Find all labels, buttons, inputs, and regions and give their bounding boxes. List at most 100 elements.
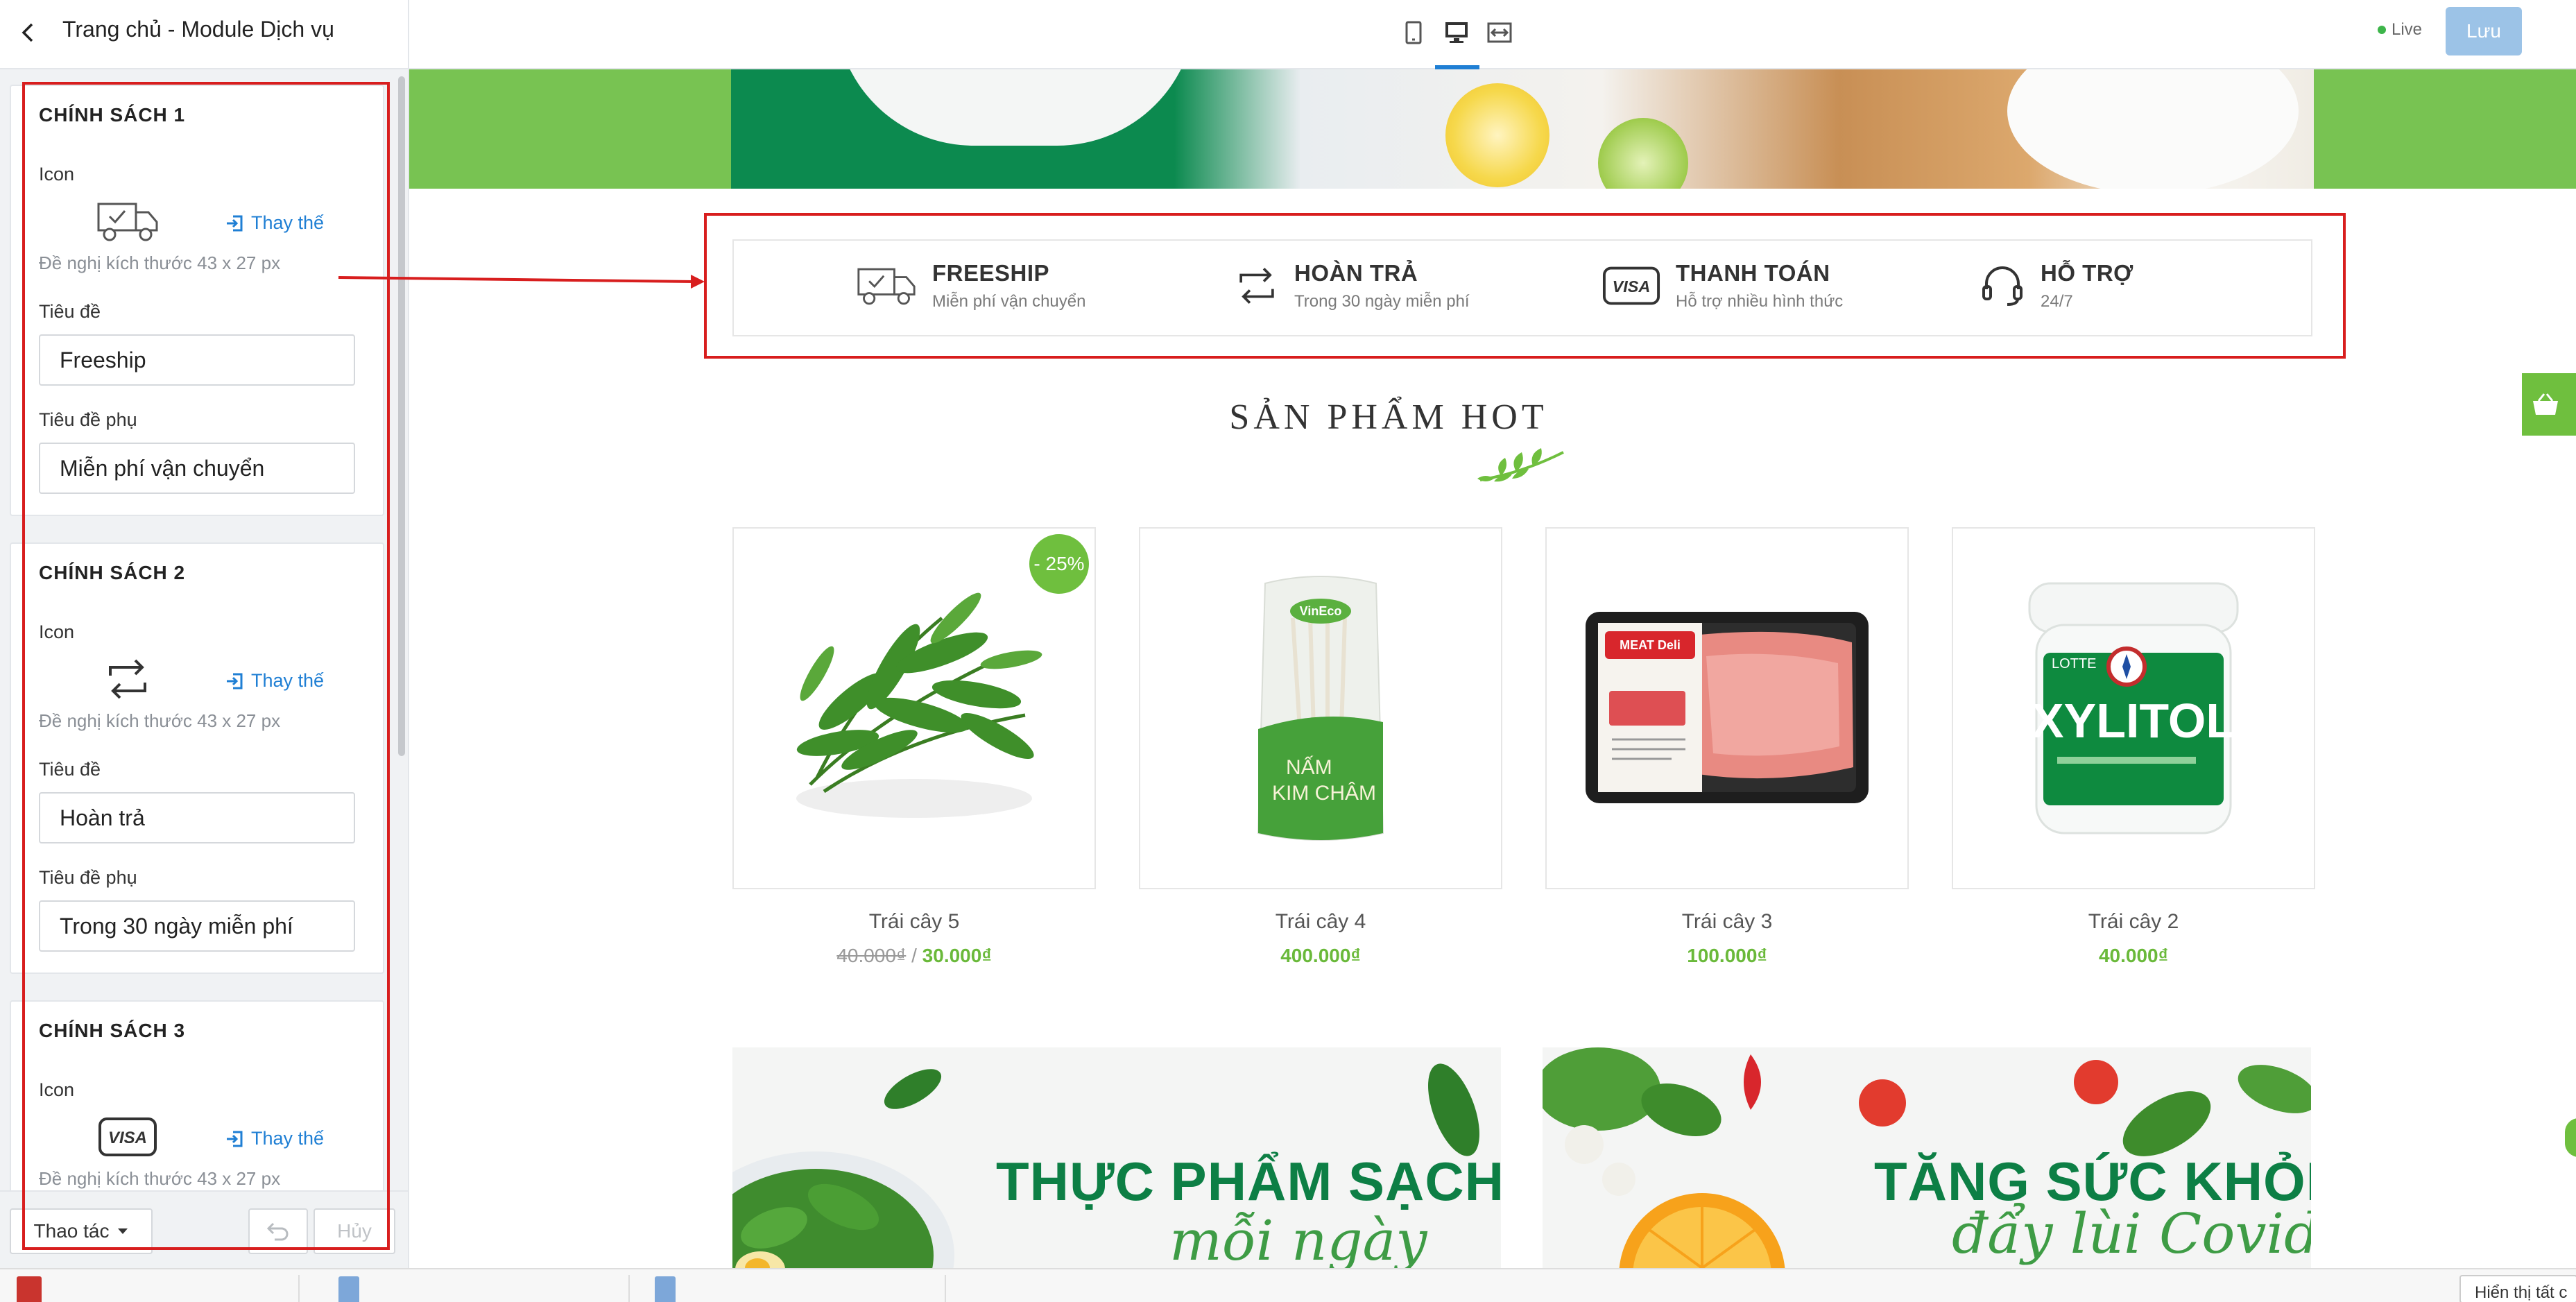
headset-icon (1982, 266, 2023, 306)
back-button[interactable] (12, 17, 43, 48)
product-name[interactable]: Trái cây 5 (732, 910, 1096, 934)
mushroom-label-line1: NẤM (1286, 755, 1332, 779)
replace-icon (227, 673, 243, 689)
subtitle-input[interactable] (39, 443, 355, 494)
mobile-view-button[interactable] (1398, 15, 1429, 50)
svg-text:VISA: VISA (108, 1129, 147, 1147)
product-image[interactable]: - 25% (732, 527, 1096, 889)
divider (408, 0, 409, 69)
icon-preview (93, 197, 162, 246)
product-image[interactable]: VinEco NẤM KIM CHÂM (1139, 527, 1502, 889)
cancel-button[interactable]: Hủy (314, 1208, 395, 1254)
banner-script: đẩy lùi Covid (1952, 1201, 2311, 1266)
policy-item-return: HOÀN TRẢ Trong 30 ngày miễn phí (1235, 260, 1470, 311)
promo-banner-health[interactable]: TĂNG SỨC KHỎE đẩy lùi Covid (1543, 1047, 2311, 1268)
desktop-view-button[interactable] (1441, 15, 1472, 50)
taskbar-file-icon[interactable] (655, 1276, 676, 1302)
live-status: Live (2378, 20, 2422, 40)
promo-banner-clean-food[interactable]: THỰC PHẨM SẠCH mỗi ngày (732, 1047, 1501, 1268)
taskbar-show-all-button[interactable]: Hiển thị tất c (2459, 1275, 2576, 1302)
gum-name-text: XYLITOL (2032, 694, 2235, 748)
return-arrows-icon (1239, 268, 1274, 304)
product-name[interactable]: Trái cây 3 (1545, 910, 1909, 934)
icon-preview (93, 655, 162, 703)
product-price: 40.000₫ (2098, 945, 2168, 966)
policy-bar: FREESHIP Miễn phí vận chuyển HOÀN TRẢ Tr… (732, 239, 2312, 336)
floating-chat-button[interactable] (2565, 1118, 2576, 1157)
product-card[interactable]: - 25% Trái cây 5 40.000₫ / 30.000₫ (732, 527, 1096, 967)
policy-subtitle: Trong 30 ngày miễn phí (1294, 292, 1470, 311)
gum-jar-image: LOTTE XYLITOL (2028, 582, 2239, 834)
product-image[interactable]: LOTTE XYLITOL (1952, 527, 2315, 889)
product-price: 400.000₫ (1280, 945, 1361, 966)
mobile-icon (1405, 21, 1422, 44)
mushroom-brand-text: VinEco (1300, 604, 1342, 618)
fullwidth-view-button[interactable] (1484, 15, 1515, 50)
mushroom-label-line2: KIM CHÂM (1272, 782, 1376, 805)
product-card[interactable]: LOTTE XYLITOL Trái cây 2 40.000₫ (1952, 527, 2315, 967)
policy-heading: CHÍNH SÁCH 1 (39, 104, 186, 126)
old-price: 40.000₫ (836, 945, 907, 966)
desktop-icon (1445, 22, 1468, 43)
live-dot-icon (2378, 26, 2386, 34)
policy-heading: CHÍNH SÁCH 2 (39, 562, 186, 583)
banner-headline: THỰC PHẨM SẠCH (996, 1151, 1501, 1212)
hero-lime (1598, 118, 1688, 189)
fullwidth-icon (1487, 22, 1512, 43)
vegetable-image (796, 592, 1042, 818)
taskbar-app-icon[interactable] (17, 1276, 42, 1302)
caret-down-icon (118, 1228, 128, 1234)
policy-item-freeship: FREESHIP Miễn phí vận chuyển (856, 260, 1085, 311)
chevron-left-icon (22, 23, 33, 42)
replace-label: Thay thế (251, 212, 325, 233)
product-card[interactable]: VinEco NẤM KIM CHÂM Trái cây 4 400.000₫ (1139, 527, 1502, 967)
mushroom-package-image: VinEco NẤM KIM CHÂM (1257, 576, 1384, 841)
device-switcher (1398, 15, 1515, 50)
floating-cart-button[interactable] (2522, 373, 2576, 436)
banner-script: mỗi ngày (1169, 1208, 1427, 1268)
live-label: Live (2392, 20, 2423, 39)
product-price: 40.000₫ / 30.000₫ (732, 945, 1096, 967)
os-taskbar: Hiển thị tất c (0, 1268, 2576, 1302)
product-card[interactable]: MEAT Deli Trái cây 3 100.000₫ (1545, 527, 1909, 967)
policy-item-payment: VISA THANH TOÁN Hỗ trợ nhiều hình thức (1602, 260, 1843, 311)
meat-tray-image: MEAT Deli (1586, 612, 1869, 803)
page-preview: FREESHIP Miễn phí vận chuyển HOÀN TRẢ Tr… (409, 69, 2576, 1268)
hero-plate (2007, 69, 2299, 189)
title-label: Tiêu đề (39, 759, 101, 780)
truck-icon (97, 203, 158, 241)
hero-lemon (1445, 83, 1549, 187)
truck-icon (857, 268, 916, 305)
product-image[interactable]: MEAT Deli (1545, 527, 1909, 889)
policy-card-2: CHÍNH SÁCH 2 Icon Thay thế Đề nghị kích … (10, 542, 384, 974)
replace-icon (227, 1131, 243, 1147)
title-input[interactable] (39, 792, 355, 843)
product-name[interactable]: Trái cây 2 (1952, 910, 2315, 934)
replace-icon-link[interactable]: Thay thế (225, 1128, 324, 1149)
replace-icon-link[interactable]: Thay thế (225, 670, 324, 692)
policy-title: HOÀN TRẢ (1294, 260, 1418, 286)
product-name[interactable]: Trái cây 4 (1139, 910, 1502, 934)
sidebar-scrollbar[interactable] (398, 76, 405, 756)
return-arrows-icon (109, 659, 146, 699)
taskbar-separator (628, 1275, 630, 1302)
title-input[interactable] (39, 334, 355, 386)
undo-icon (266, 1222, 289, 1241)
undo-button[interactable] (248, 1208, 308, 1254)
icon-label: Icon (39, 164, 75, 185)
replace-icon-link[interactable]: Thay thế (225, 212, 324, 234)
policy-subtitle: Hỗ trợ nhiều hình thức (1676, 292, 1844, 311)
visa-card-icon: VISA (98, 1117, 157, 1156)
subtitle-input[interactable] (39, 900, 355, 952)
save-button[interactable]: Lưu (2446, 7, 2522, 55)
policy-item-support: HỖ TRỢ 24/7 (1980, 260, 2133, 311)
actions-dropdown-button[interactable]: Thao tác (10, 1208, 153, 1254)
taskbar-file-icon[interactable] (338, 1276, 359, 1302)
policy-subtitle: 24/7 (2041, 292, 2073, 311)
icon-size-hint: Đề nghị kích thước 43 x 27 px (39, 252, 281, 273)
svg-text:VISA: VISA (1613, 277, 1651, 295)
discount-badge: - 25% (1029, 534, 1089, 594)
policy-card-1: CHÍNH SÁCH 1 Icon Thay thế Đề nghị kích … (10, 85, 384, 516)
icon-size-hint: Đề nghị kích thước 43 x 27 px (39, 1168, 281, 1189)
icon-label: Icon (39, 1079, 75, 1100)
